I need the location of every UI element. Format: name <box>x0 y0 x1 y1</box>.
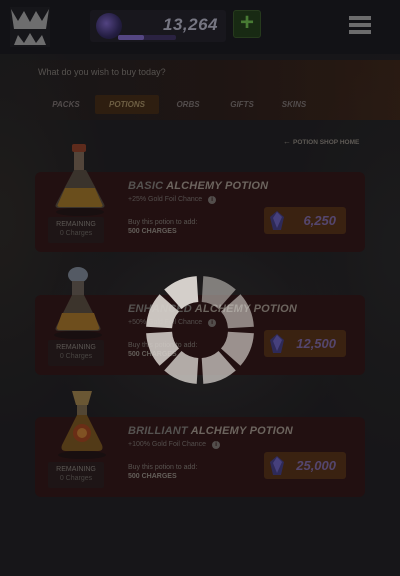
potion-subtitle-text: +25% Gold Foil Chance <box>128 196 203 203</box>
buy-info: Buy this potion to add: 500 CHARGES <box>128 219 197 235</box>
info-icon[interactable]: i <box>212 441 221 449</box>
potion-title: BRILLIANT ALCHEMY POTION <box>128 425 293 437</box>
enhanced-potion-icon <box>54 267 102 339</box>
arrow-left-icon: ← <box>283 137 291 146</box>
buy-enhanced-potion-button[interactable]: 12,500 <box>264 330 346 357</box>
tab-orbs[interactable]: ORBS <box>160 95 216 114</box>
potion-title-prefix: BRILLIANT <box>128 425 188 437</box>
buy-brilliant-potion-button[interactable]: 25,000 <box>264 452 346 479</box>
potion-subtitle: +100% Gold Foil Chance i <box>128 441 221 449</box>
tab-gifts[interactable]: GIFTS <box>217 95 267 114</box>
home-link-label: POTION SHOP HOME <box>293 139 360 146</box>
monster-teeth-logo-icon[interactable] <box>8 5 52 49</box>
potion-subtitle: +25% Gold Foil Chance i <box>128 196 217 204</box>
gem-icon <box>270 334 284 353</box>
gem-icon <box>270 456 284 475</box>
loading-spinner-icon <box>146 276 254 384</box>
potion-title-prefix: BASIC <box>128 180 164 192</box>
progress-bar <box>118 35 176 40</box>
potion-title: BASIC ALCHEMY POTION <box>128 180 268 192</box>
add-currency-button[interactable]: + <box>233 10 261 38</box>
hamburger-menu-icon[interactable] <box>349 16 371 34</box>
basic-potion-icon <box>55 144 105 216</box>
progress-bar-fill <box>118 35 145 40</box>
potion-title-name: ALCHEMY POTION <box>190 425 293 437</box>
tab-packs[interactable]: PACKS <box>38 95 94 114</box>
buy-label: Buy this potion to add: <box>128 219 198 226</box>
gem-icon <box>270 211 284 230</box>
remaining-value: 0 Charges <box>59 353 93 360</box>
charges-amount: 500 CHARGES <box>128 228 177 235</box>
shop-tabs: PACKS POTIONS ORBS GIFTS SKINS <box>38 95 338 115</box>
buy-label: Buy this potion to add: <box>128 464 198 471</box>
potion-shop-home-link[interactable]: ← POTION SHOP HOME <box>283 137 359 146</box>
buy-basic-potion-button[interactable]: 6,250 <box>264 207 346 234</box>
remaining-value: 0 Charges <box>59 230 93 237</box>
currency-display: 13,264 <box>90 10 226 42</box>
potion-subtitle-text: +100% Gold Foil Chance <box>128 441 207 448</box>
tab-skins[interactable]: SKINS <box>268 95 320 114</box>
top-bar: 13,264 + <box>0 0 400 54</box>
price-label: 25,000 <box>296 458 336 473</box>
info-icon[interactable]: i <box>208 196 217 204</box>
buy-info: Buy this potion to add: 500 CHARGES <box>128 464 197 480</box>
brilliant-potion-icon <box>58 391 106 459</box>
shop-prompt: What do you wish to buy today? <box>38 67 166 77</box>
potion-title-name: ALCHEMY POTION <box>166 180 269 192</box>
price-label: 6,250 <box>303 213 336 228</box>
gold-amount: 13,264 <box>163 15 218 34</box>
charges-amount: 500 CHARGES <box>128 473 177 480</box>
price-label: 12,500 <box>296 336 336 351</box>
remaining-value: 0 Charges <box>59 475 93 482</box>
tab-potions[interactable]: POTIONS <box>95 95 159 114</box>
